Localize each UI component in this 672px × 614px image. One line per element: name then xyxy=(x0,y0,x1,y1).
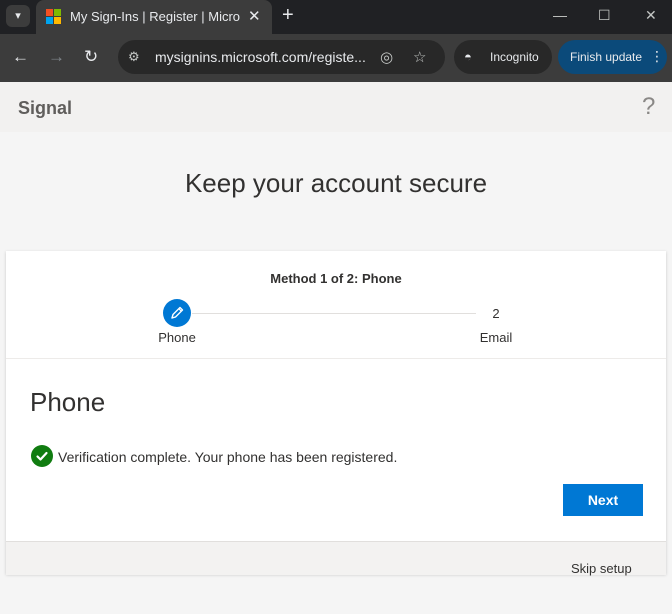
next-button[interactable]: Next xyxy=(563,484,643,516)
address-bar[interactable]: ⚙ mysignins.microsoft.com/registe... ◎ ☆ xyxy=(118,40,445,74)
browser-tab-strip: ▾ My Sign-Ins | Register | Microsoft ✕ +… xyxy=(0,0,672,34)
tab-search-button[interactable]: ▾ xyxy=(6,5,30,27)
section-title: Phone xyxy=(30,387,106,417)
pencil-icon xyxy=(171,306,184,319)
step-2-number: 2 xyxy=(492,306,500,321)
help-icon[interactable]: ? xyxy=(642,93,655,121)
step-1-label: Phone xyxy=(158,330,196,345)
finish-update-label: Finish update xyxy=(570,50,643,64)
browser-tab[interactable]: My Sign-Ins | Register | Microsoft ✕ xyxy=(36,0,272,34)
minimize-icon[interactable]: — xyxy=(553,7,567,23)
skip-setup-link[interactable]: Skip setup xyxy=(571,561,632,576)
registration-card: Method 1 of 2: Phone Phone 2 Email Phone… xyxy=(6,251,666,576)
method-progress-label: Method 1 of 2: Phone xyxy=(270,271,402,286)
maximize-icon[interactable]: ☐ xyxy=(598,7,611,24)
tab-title: My Sign-Ins | Register | Microsoft xyxy=(70,9,240,24)
step-connector xyxy=(192,313,476,314)
verification-message: Verification complete. Your phone has be… xyxy=(58,449,398,465)
chevron-down-icon: ▾ xyxy=(15,10,21,22)
window-close-icon[interactable]: ✕ xyxy=(645,7,657,24)
back-icon[interactable]: ← xyxy=(12,47,29,67)
incognito-chip[interactable]: ◓ Incognito xyxy=(454,40,552,74)
brand-name: Signal xyxy=(18,98,73,118)
site-info-icon[interactable]: ⚙ xyxy=(128,49,140,65)
incognito-icon: ◓ xyxy=(464,49,472,64)
step-2-label: Email xyxy=(479,330,513,345)
forward-icon[interactable]: → xyxy=(48,47,65,67)
page-title: Keep your account secure xyxy=(184,168,488,198)
url-text: mysignins.microsoft.com/registe... xyxy=(155,49,366,65)
reload-icon[interactable]: ↻ xyxy=(84,47,98,67)
success-check-icon xyxy=(31,445,53,467)
finish-update-button[interactable]: Finish update ⋮ xyxy=(558,40,667,74)
card-divider xyxy=(6,358,666,359)
step-1-indicator xyxy=(163,299,191,327)
microsoft-logo-icon xyxy=(46,9,62,25)
card-footer: Skip setup xyxy=(6,541,666,576)
more-menu-icon[interactable]: ⋮ xyxy=(650,48,664,65)
tracking-eye-off-icon[interactable]: ◎ xyxy=(380,48,393,66)
incognito-label: Incognito xyxy=(490,50,539,64)
new-tab-icon[interactable]: + xyxy=(282,4,294,27)
browser-toolbar: ← → ↻ ⚙ mysignins.microsoft.com/registe.… xyxy=(0,34,672,82)
tab-close-icon[interactable]: ✕ xyxy=(248,7,261,25)
app-header: Signal ? xyxy=(0,82,672,132)
bookmark-star-icon[interactable]: ☆ xyxy=(413,48,426,66)
